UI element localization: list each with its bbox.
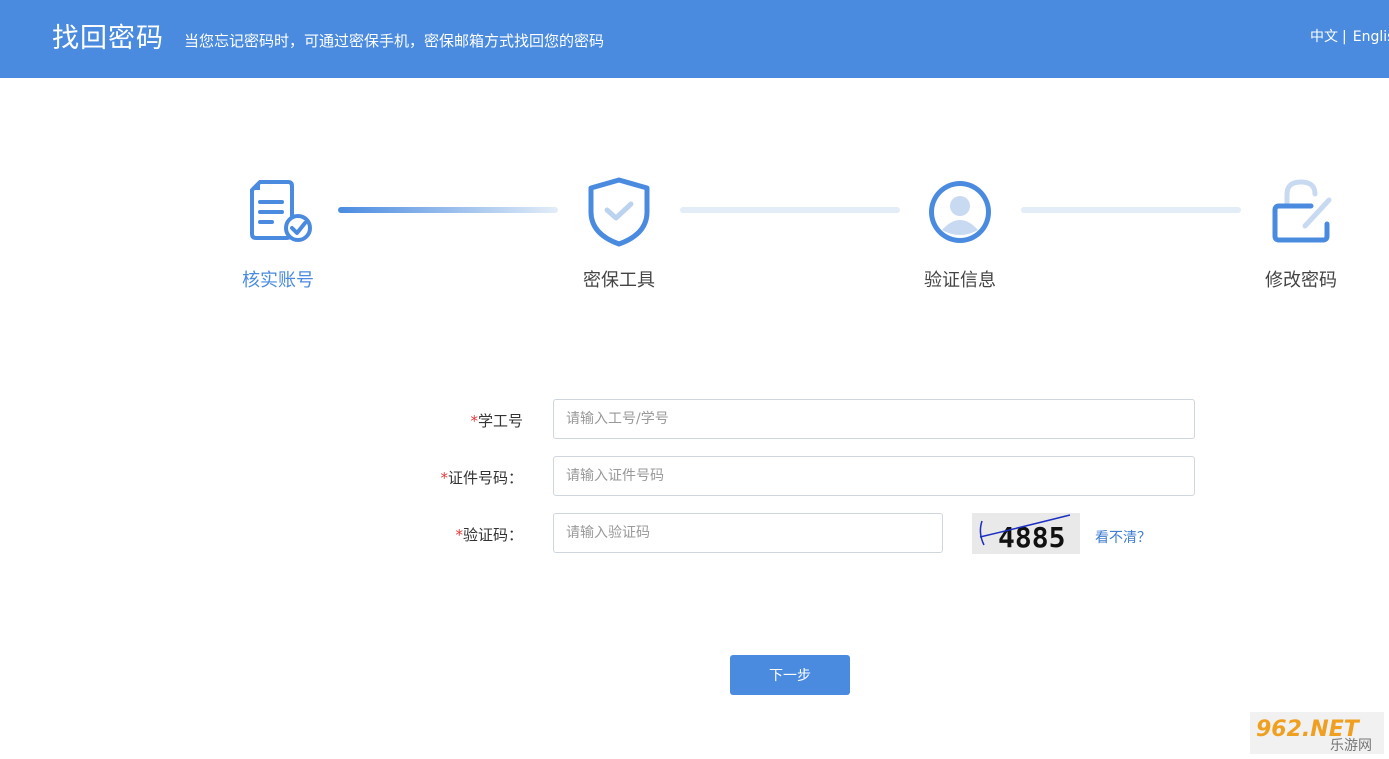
- step-label: 修改密码: [1265, 270, 1337, 291]
- captcha-label: *验证码：: [455, 526, 523, 544]
- required-mark: *: [440, 469, 448, 487]
- step-verify-info: 验证信息: [900, 176, 1020, 292]
- step-connector: [1021, 207, 1241, 213]
- step-connector: [680, 207, 900, 213]
- shield-check-icon: [588, 177, 650, 247]
- lock-edit-icon: [1272, 179, 1332, 243]
- step-connector: [338, 207, 558, 213]
- step-label: 验证信息: [924, 270, 996, 291]
- refresh-captcha-link[interactable]: 看不清？: [1095, 527, 1151, 547]
- account-document-icon: [250, 180, 312, 242]
- captcha-input[interactable]: [553, 513, 943, 553]
- lang-separator: |: [1342, 29, 1347, 45]
- required-mark: *: [455, 526, 463, 544]
- step-security-tool: 密保工具: [559, 176, 679, 292]
- page-title: 找回密码: [52, 23, 164, 54]
- lang-english-link[interactable]: English: [1353, 29, 1389, 45]
- next-step-button[interactable]: 下一步: [730, 655, 850, 695]
- cert-number-input[interactable]: [553, 456, 1195, 496]
- svg-text:乐游网: 乐游网: [1330, 738, 1372, 754]
- step-verify-account: 核实账号: [218, 176, 338, 292]
- student-id-label: *学工号: [470, 412, 523, 430]
- page-subtitle: 当您忘记密码时，可通过密保手机，密保邮箱方式找回您的密码: [184, 32, 605, 50]
- site-watermark-logo: 962.NET 乐游网: [1250, 712, 1384, 754]
- captcha-image[interactable]: 4885: [972, 513, 1080, 554]
- required-mark: *: [470, 412, 478, 430]
- language-switcher: 中文| English: [1310, 26, 1389, 46]
- header-bar: 找回密码 当您忘记密码时，可通过密保手机，密保邮箱方式找回您的密码 中文 | Eng…: [0, 0, 1389, 78]
- student-id-input[interactable]: [553, 399, 1195, 439]
- user-avatar-icon: [929, 181, 991, 243]
- step-label: 密保工具: [583, 270, 655, 291]
- lang-chinese-link[interactable]: 中文: [1310, 29, 1338, 45]
- step-change-password: 修改密码: [1241, 176, 1361, 292]
- captcha-text: 4885: [998, 521, 1065, 554]
- cert-number-label: *证件号码：: [440, 469, 523, 487]
- step-label: 核实账号: [242, 270, 314, 291]
